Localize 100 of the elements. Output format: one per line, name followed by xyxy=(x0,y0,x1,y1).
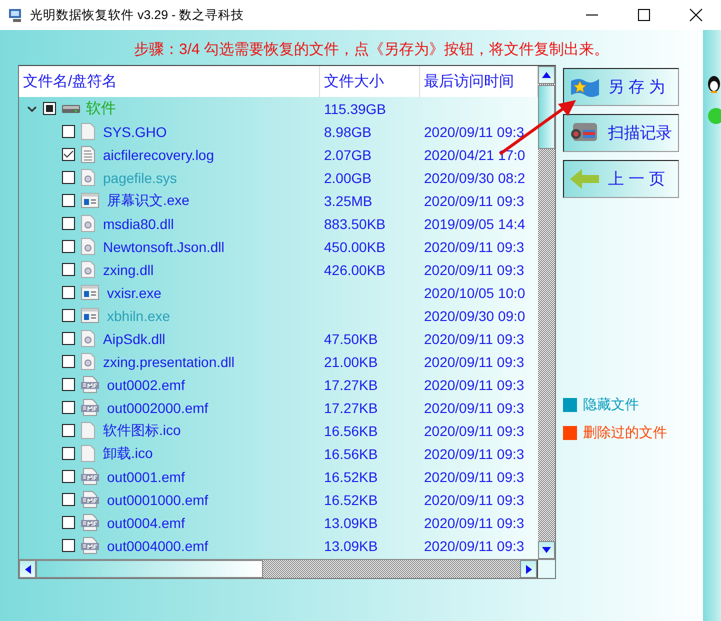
file-name[interactable]: AipSdk.dll xyxy=(103,330,166,346)
checkbox[interactable] xyxy=(62,470,75,483)
checkbox[interactable] xyxy=(62,171,75,184)
penguin-icon xyxy=(707,75,721,93)
file-name[interactable]: out0004000.emf xyxy=(107,538,208,554)
file-name[interactable]: msdia80.dll xyxy=(103,216,174,232)
date-cell-text: 2020/09/30 08:2 xyxy=(423,170,526,186)
action-button[interactable]: 上 一 页 xyxy=(563,160,679,198)
file-name[interactable]: vxisr.exe xyxy=(107,284,162,300)
checkbox[interactable] xyxy=(62,493,75,506)
column-header[interactable]: 文件大小 xyxy=(320,66,420,97)
size-cell-text: 17.27KB xyxy=(323,376,379,392)
checkbox[interactable] xyxy=(62,378,75,391)
checkbox[interactable] xyxy=(62,309,75,322)
checkbox[interactable] xyxy=(62,447,75,460)
checkbox[interactable] xyxy=(43,102,56,115)
file-name[interactable]: SYS.GHO xyxy=(103,124,167,140)
close-icon[interactable] xyxy=(689,8,703,22)
date-cell-text: 2020/09/11 09:3 xyxy=(423,124,526,140)
file-icon xyxy=(81,422,95,439)
date-cell-text: 2020/09/11 09:3 xyxy=(423,192,526,208)
size-cell-text: 13.09KB xyxy=(323,538,379,554)
image-file-icon xyxy=(81,376,99,393)
size-cell-text: 8.98GB xyxy=(323,124,372,140)
window-title: 光明数据恢复软件 v3.29 - 数之寻科技 xyxy=(30,6,244,24)
checkbox[interactable] xyxy=(62,286,75,299)
gear-file-icon xyxy=(81,238,95,255)
date-cell-text: 2020/09/11 09:3 xyxy=(423,354,526,370)
vertical-scrollbar[interactable] xyxy=(538,66,555,559)
chevron-icon[interactable] xyxy=(27,104,37,114)
size-cell-text: 883.50KB xyxy=(323,216,386,232)
file-name[interactable]: out0002.emf xyxy=(107,376,185,392)
maximize-icon[interactable] xyxy=(637,8,651,22)
column-header[interactable]: 文件名/盘符名 xyxy=(19,66,320,97)
checkbox[interactable] xyxy=(62,148,75,161)
image-file-icon xyxy=(81,399,99,416)
size-cell-text: 450.00KB xyxy=(323,238,386,254)
size-cell-text: 2.07GB xyxy=(323,146,372,162)
file-name[interactable]: 屏幕识文.exe xyxy=(107,192,190,210)
file-name[interactable]: aicfilerecovery.log xyxy=(103,146,214,162)
file-name[interactable]: out0004.emf xyxy=(107,514,185,530)
file-name[interactable]: zxing.dll xyxy=(103,262,154,278)
checkbox[interactable] xyxy=(62,539,75,552)
checkbox[interactable] xyxy=(62,401,75,414)
checkbox[interactable] xyxy=(62,332,75,345)
size-cell-text: 426.00KB xyxy=(323,262,386,278)
checkbox[interactable] xyxy=(62,217,75,230)
checkbox[interactable] xyxy=(62,125,75,138)
size-cell-text: 16.52KB xyxy=(323,468,379,484)
down-arrow-icon[interactable] xyxy=(542,547,551,553)
date-cell-text: 2020/09/11 09:3 xyxy=(423,446,526,462)
size-cell-text: 3.25MB xyxy=(323,192,374,208)
checkbox[interactable] xyxy=(62,516,75,529)
checkbox[interactable] xyxy=(62,424,75,437)
scroll-thumb[interactable] xyxy=(36,560,263,578)
file-icon xyxy=(81,123,95,140)
file-icon xyxy=(81,445,95,462)
date-cell-text: 2020/10/05 10:0 xyxy=(423,284,526,300)
size-cell-text: 16.56KB xyxy=(323,422,379,438)
image-file-icon xyxy=(81,514,99,531)
file-name[interactable]: out0001.emf xyxy=(107,468,185,484)
legend-label: 删除过的文件 xyxy=(583,424,667,442)
legend-label: 隐藏文件 xyxy=(583,396,639,414)
file-name[interactable]: Newtonsoft.Json.dll xyxy=(103,238,224,254)
size-cell-text: 2.00GB xyxy=(323,170,372,186)
date-cell-text: 2020/09/11 09:3 xyxy=(423,262,526,278)
size-cell-text: 47.50KB xyxy=(323,330,379,346)
file-name[interactable]: out0002000.emf xyxy=(107,400,208,416)
action-button[interactable]: 另 存 为 xyxy=(563,68,679,106)
file-name[interactable]: 软件图标.ico xyxy=(103,422,181,440)
gear-file-icon xyxy=(81,261,95,278)
date-cell-text: 2020/09/11 09:3 xyxy=(423,422,526,438)
date-cell-text: 2020/09/11 09:3 xyxy=(423,468,526,484)
checkbox[interactable] xyxy=(62,194,75,207)
left-arrow-icon[interactable] xyxy=(24,564,30,574)
up-arrow-icon[interactable] xyxy=(542,72,551,78)
image-file-icon xyxy=(81,537,99,554)
text-file-icon xyxy=(81,146,95,163)
checkbox[interactable] xyxy=(62,240,75,253)
horizontal-scrollbar[interactable] xyxy=(19,559,555,578)
checkbox[interactable] xyxy=(62,263,75,276)
file-name[interactable]: zxing.presentation.dll xyxy=(103,354,235,370)
gear-file-icon xyxy=(81,169,95,186)
date-cell-text: 2020/09/11 09:3 xyxy=(423,400,526,416)
size-cell-text: 17.27KB xyxy=(323,400,379,416)
file-name[interactable]: 卸载.ico xyxy=(103,444,153,462)
window-icon xyxy=(81,193,99,208)
size-cell-text: 21.00KB xyxy=(323,354,379,370)
right-arrow-icon[interactable] xyxy=(526,564,532,574)
size-cell-text: 16.56KB xyxy=(323,446,379,462)
monitor-icon xyxy=(8,7,24,23)
gear-file-icon xyxy=(81,330,95,347)
left-arrow-icon xyxy=(570,168,600,190)
date-cell-text: 2020/09/30 09:0 xyxy=(423,308,526,324)
scroll-thumb[interactable] xyxy=(538,85,555,149)
step-instruction: 步骤：3/4 勾选需要恢复的文件，点《另存为》按钮，将文件复制出来。 xyxy=(132,40,610,60)
checkbox[interactable] xyxy=(62,355,75,368)
action-button[interactable]: 扫描记录 xyxy=(563,114,679,152)
file-name[interactable]: out0001000.emf xyxy=(107,492,208,508)
date-cell-text: 2020/09/11 09:3 xyxy=(423,330,526,346)
